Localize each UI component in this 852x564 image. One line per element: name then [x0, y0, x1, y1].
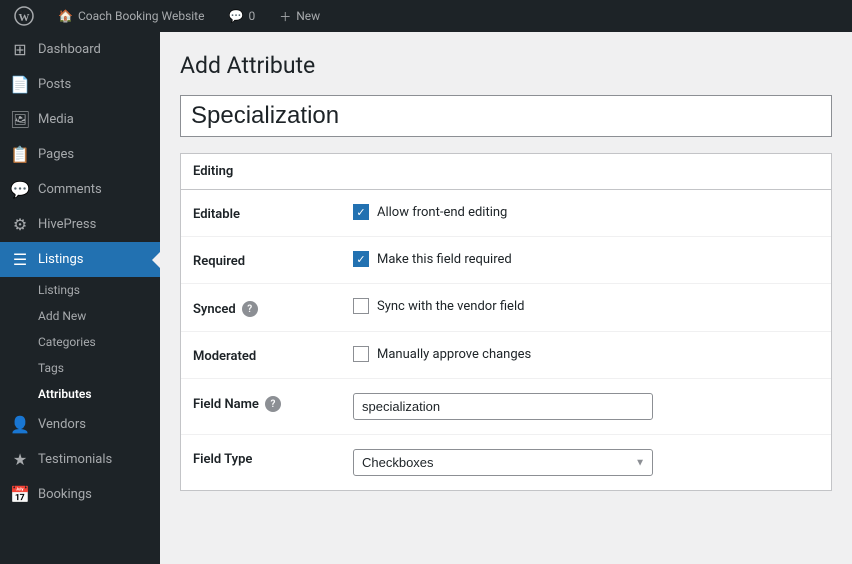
moderated-control: Manually approve changes [353, 346, 819, 362]
dashboard-icon: ⊞ [10, 40, 30, 59]
editing-section: Editing Editable Allow front-end editing [180, 153, 832, 491]
field-name-control [353, 393, 819, 420]
field-type-label: Field Type [193, 449, 353, 467]
sidebar: ⊞ Dashboard 📄 Posts 🖼 Media 📋 Pages 💬 Co… [0, 32, 160, 564]
listings-submenu: Listings Add New Categories Tags Attribu… [0, 277, 160, 407]
editable-checkbox-label: Allow front-end editing [377, 205, 507, 220]
new-content-button[interactable]: ＋ New [273, 0, 326, 32]
editable-label: Editable [193, 204, 353, 222]
editable-row: Editable Allow front-end editing [181, 190, 831, 237]
page-title: Add Attribute [180, 52, 832, 79]
testimonials-icon: ★ [10, 450, 30, 469]
listings-icon: ☰ [10, 250, 30, 269]
active-indicator [152, 252, 160, 268]
sidebar-item-dashboard[interactable]: ⊞ Dashboard [0, 32, 160, 67]
required-control: Make this field required [353, 251, 819, 267]
posts-icon: 📄 [10, 75, 30, 94]
editable-control: Allow front-end editing [353, 204, 819, 220]
sidebar-item-bookings[interactable]: 📅 Bookings [0, 477, 160, 512]
moderated-row: Moderated Manually approve changes [181, 332, 831, 379]
bookings-icon: 📅 [10, 485, 30, 504]
sidebar-item-media[interactable]: 🖼 Media [0, 102, 160, 137]
moderated-checkbox-wrapper: Manually approve changes [353, 346, 531, 362]
svg-text:W: W [19, 12, 30, 24]
moderated-checkbox-label: Manually approve changes [377, 347, 531, 362]
synced-control: Sync with the vendor field [353, 298, 819, 314]
site-name-link[interactable]: 🏠 Coach Booking Website [52, 0, 210, 32]
hivepress-icon: ⚙ [10, 215, 30, 234]
synced-label: Synced ? [193, 298, 353, 317]
required-row: Required Make this field required [181, 237, 831, 284]
field-name-input[interactable] [353, 393, 653, 420]
sidebar-item-testimonials[interactable]: ★ Testimonials [0, 442, 160, 477]
sidebar-item-pages[interactable]: 📋 Pages [0, 137, 160, 172]
pages-icon: 📋 [10, 145, 30, 164]
home-icon: 🏠 [58, 9, 73, 23]
sidebar-item-tags[interactable]: Tags [0, 355, 160, 381]
editing-section-header: Editing [181, 154, 831, 190]
vendors-icon: 👤 [10, 415, 30, 434]
sidebar-item-add-new[interactable]: Add New [0, 303, 160, 329]
synced-checkbox-label: Sync with the vendor field [377, 299, 524, 314]
required-label: Required [193, 251, 353, 269]
attribute-name-input[interactable] [180, 95, 832, 137]
field-type-row: Field Type Checkboxes Text Number Date S… [181, 435, 831, 490]
moderated-checkbox[interactable] [353, 346, 369, 362]
wp-logo-button[interactable]: W [8, 0, 40, 32]
sidebar-item-categories[interactable]: Categories [0, 329, 160, 355]
field-type-control: Checkboxes Text Number Date Select ▼ [353, 449, 819, 476]
comments-nav-icon: 💬 [10, 180, 30, 199]
comments-link[interactable]: 💬 0 [222, 0, 261, 32]
editable-checkbox-wrapper: Allow front-end editing [353, 204, 507, 220]
sidebar-item-posts[interactable]: 📄 Posts [0, 67, 160, 102]
sidebar-item-listings-list[interactable]: Listings [0, 277, 160, 303]
synced-checkbox-wrapper: Sync with the vendor field [353, 298, 524, 314]
required-checkbox-wrapper: Make this field required [353, 251, 512, 267]
required-checkbox[interactable] [353, 251, 369, 267]
field-type-select[interactable]: Checkboxes Text Number Date Select [353, 449, 653, 476]
field-name-label: Field Name ? [193, 393, 353, 412]
plus-icon: ＋ [279, 8, 291, 25]
editing-section-body: Editable Allow front-end editing Require… [181, 190, 831, 490]
comments-icon: 💬 [228, 9, 243, 23]
editable-checkbox[interactable] [353, 204, 369, 220]
media-icon: 🖼 [10, 110, 30, 129]
sidebar-item-vendors[interactable]: 👤 Vendors [0, 407, 160, 442]
main-content: Add Attribute Editing Editable Allow fro… [160, 32, 852, 564]
sidebar-item-listings[interactable]: ☰ Listings [0, 242, 160, 277]
moderated-label: Moderated [193, 346, 353, 364]
synced-row: Synced ? Sync with the vendor field [181, 284, 831, 332]
synced-checkbox[interactable] [353, 298, 369, 314]
main-layout: ⊞ Dashboard 📄 Posts 🖼 Media 📋 Pages 💬 Co… [0, 32, 852, 564]
field-type-select-wrapper: Checkboxes Text Number Date Select ▼ [353, 449, 653, 476]
synced-help-icon[interactable]: ? [242, 301, 258, 317]
sidebar-item-hivepress[interactable]: ⚙ HivePress [0, 207, 160, 242]
required-checkbox-label: Make this field required [377, 252, 512, 267]
field-name-help-icon[interactable]: ? [265, 396, 281, 412]
sidebar-item-comments[interactable]: 💬 Comments [0, 172, 160, 207]
field-name-row: Field Name ? [181, 379, 831, 435]
sidebar-item-attributes[interactable]: Attributes [0, 381, 160, 407]
top-bar: W 🏠 Coach Booking Website 💬 0 ＋ New [0, 0, 852, 32]
